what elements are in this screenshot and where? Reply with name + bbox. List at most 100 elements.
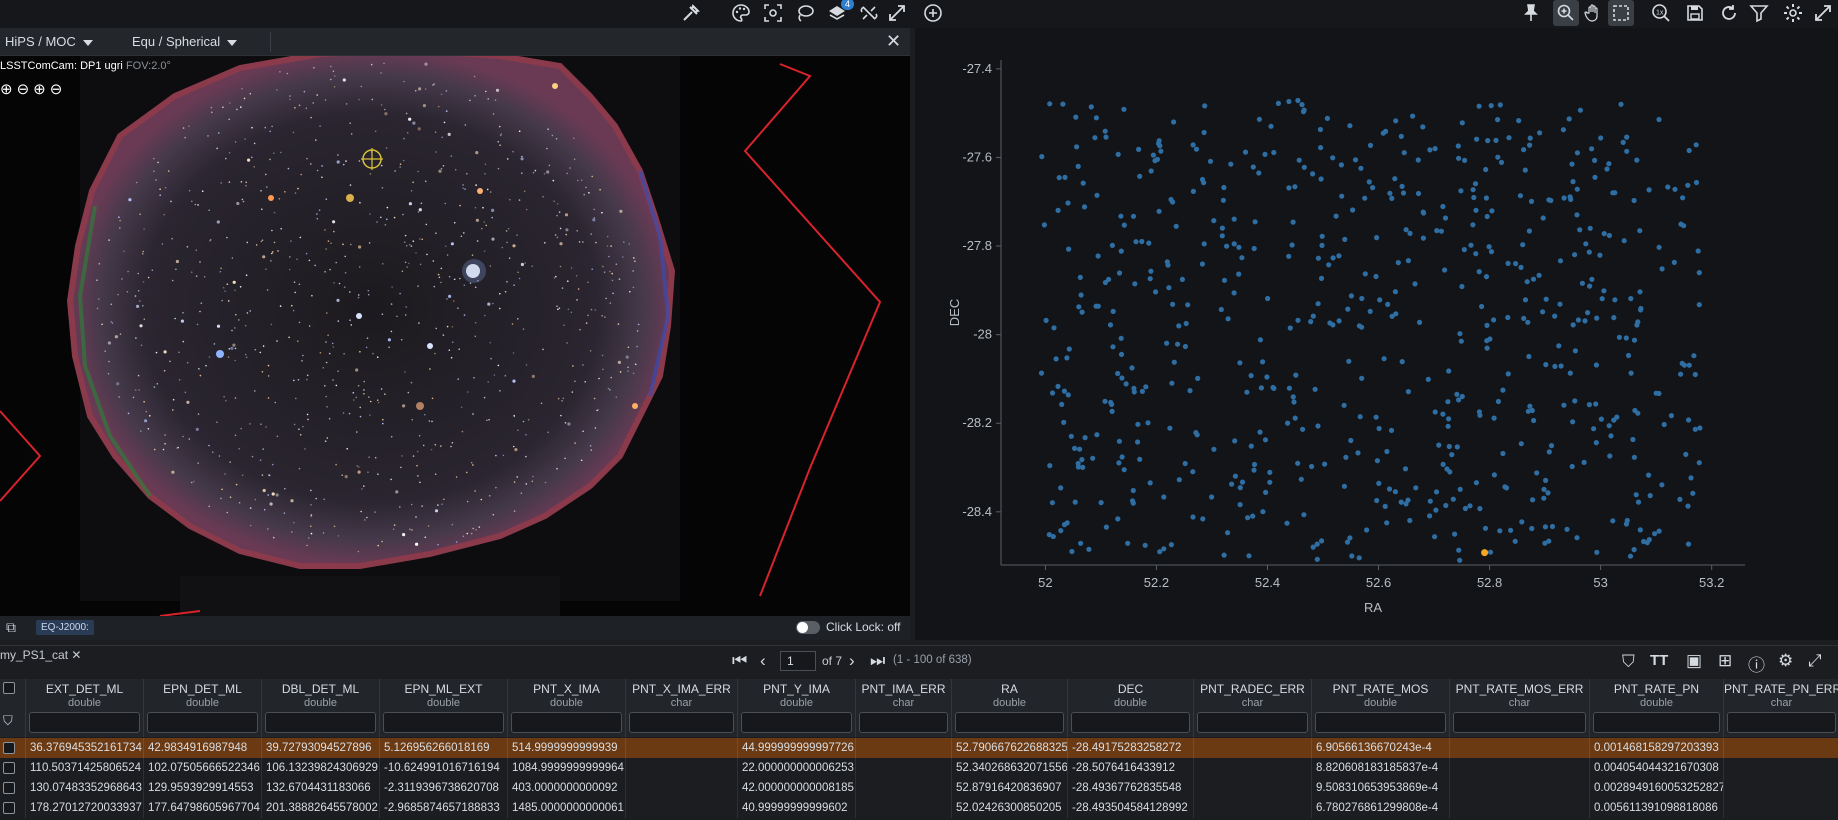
close-icon[interactable]: ✕: [886, 32, 901, 50]
column-filter-input[interactable]: [1727, 712, 1836, 733]
info-icon[interactable]: ⓘ: [1748, 651, 1765, 676]
save-icon[interactable]: ▣: [1686, 651, 1702, 671]
column-filter-input[interactable]: [741, 712, 852, 733]
external-link-icon[interactable]: ⧉: [6, 619, 16, 636]
last-page-icon[interactable]: ⏭: [870, 651, 885, 671]
save-icon[interactable]: [1682, 0, 1708, 26]
column-header[interactable]: PNT_RATE_PN double: [1590, 679, 1724, 737]
column-filter-input[interactable]: [1593, 712, 1720, 733]
close-icon[interactable]: ✕: [71, 648, 81, 662]
column-filter-input[interactable]: [629, 712, 734, 733]
text-view-icon[interactable]: TT: [1650, 652, 1668, 669]
column-header[interactable]: DEC double: [1068, 679, 1194, 737]
prev-page-icon[interactable]: ‹: [760, 651, 766, 671]
select-rect-icon[interactable]: [1608, 0, 1634, 26]
filter-icon[interactable]: ⛉: [3, 713, 13, 729]
row-checkbox[interactable]: [3, 802, 15, 814]
column-filter-input[interactable]: [511, 712, 622, 733]
sky-image-view[interactable]: LSSTComCam: DP1 ugri FOV:2.0° ⊕ ⊖ ⊕ ⊖: [0, 56, 910, 616]
column-header[interactable]: EPN_DET_ML double: [144, 679, 262, 737]
star: [499, 390, 501, 392]
column-header[interactable]: PNT_IMA_ERR char: [856, 679, 952, 737]
settings-icon[interactable]: ⚙: [1778, 651, 1793, 671]
column-header[interactable]: PNT_Y_IMA double: [738, 679, 856, 737]
add-icon[interactable]: [920, 0, 946, 26]
row-checkbox[interactable]: [3, 782, 15, 794]
column-header[interactable]: PNT_RADEC_ERR char: [1194, 679, 1312, 737]
table-row[interactable]: 36.376945352161734 42.9834916987948 39.727…: [0, 738, 1838, 758]
column-header[interactable]: DBL_DET_ML double: [262, 679, 380, 737]
row-checkbox[interactable]: [3, 762, 15, 774]
unlink-icon[interactable]: [856, 0, 882, 26]
zoom-fill-icon[interactable]: ⊖: [50, 80, 63, 98]
star: [118, 216, 120, 218]
filter-icon[interactable]: [1746, 0, 1772, 26]
star: [316, 94, 319, 96]
filter-icon[interactable]: ⛉: [1622, 652, 1635, 672]
column-filter-input[interactable]: [29, 712, 140, 733]
column-header[interactable]: RA double: [952, 679, 1068, 737]
table-row[interactable]: 130.07483352968643 129.9593929914553 132.6…: [0, 778, 1838, 798]
column-filter-input[interactable]: [859, 712, 948, 733]
data-point: [1236, 271, 1242, 277]
column-header[interactable]: PNT_X_IMA_ERR char: [626, 679, 738, 737]
add-column-icon[interactable]: ⊞: [1718, 651, 1732, 671]
column-filter-input[interactable]: [265, 712, 376, 733]
column-filter-input[interactable]: [955, 712, 1064, 733]
zoom-icon[interactable]: [1553, 0, 1579, 26]
settings-icon[interactable]: [1780, 0, 1806, 26]
row-checkbox[interactable]: [3, 742, 15, 754]
zoom-fit-icon[interactable]: [760, 0, 786, 26]
column-filter-input[interactable]: [1197, 712, 1308, 733]
star: [460, 235, 463, 238]
pan-icon[interactable]: [1580, 0, 1606, 26]
select-all-checkbox[interactable]: [3, 682, 15, 694]
expand-icon[interactable]: [1810, 0, 1836, 26]
zoom-fit-icon[interactable]: ⊕: [33, 80, 46, 98]
column-filter-input[interactable]: [383, 712, 504, 733]
column-filter-input[interactable]: [1453, 712, 1586, 733]
expand-icon[interactable]: [884, 0, 910, 26]
reset-zoom-icon[interactable]: 1x: [1648, 0, 1674, 26]
scatter-chart[interactable]: 52 52.2 52.4 52.6 52.8 53 53.2-27.4-27.6-27.8-…: [915, 28, 1838, 640]
first-page-icon[interactable]: ⏮: [732, 651, 747, 671]
star: [198, 368, 200, 370]
tab-catalog[interactable]: my_PS1_cat ✕: [0, 648, 81, 662]
column-header[interactable]: EXT_DET_ML double: [26, 679, 144, 737]
star: [416, 450, 419, 453]
column-header[interactable]: PNT_RATE_MOS_ERR char: [1450, 679, 1590, 737]
star: [466, 173, 468, 175]
expand-icon[interactable]: ⤢: [1808, 651, 1822, 671]
layers-icon[interactable]: 4: [824, 0, 854, 26]
star: [251, 455, 254, 458]
x-tick-label: 53: [1593, 575, 1607, 590]
coord-sys-badge[interactable]: EQ-J2000:: [36, 620, 94, 635]
click-lock-toggle[interactable]: [796, 621, 820, 634]
projection-dropdown[interactable]: Equ / Spherical: [132, 34, 238, 49]
column-header[interactable]: EPN_ML_EXT double: [380, 679, 508, 737]
column-header[interactable]: PNT_X_IMA double: [508, 679, 626, 737]
table-cell: 0.004054044321670308: [1590, 758, 1724, 778]
column-header[interactable]: PNT_RATE_MOS double: [1312, 679, 1450, 737]
next-page-icon[interactable]: ›: [849, 651, 855, 671]
star: [434, 473, 437, 476]
star: [254, 498, 257, 501]
select-column: ⛉: [0, 679, 26, 737]
tools-icon[interactable]: [678, 0, 704, 26]
pin-icon[interactable]: [1518, 0, 1544, 26]
hips-moc-dropdown[interactable]: HiPS / MOC: [5, 34, 93, 49]
column-filter-input[interactable]: [1315, 712, 1446, 733]
zoom-in-icon[interactable]: ⊕: [0, 80, 13, 98]
zoom-out-icon[interactable]: ⊖: [17, 80, 30, 98]
lasso-icon[interactable]: [792, 0, 818, 26]
page-input[interactable]: [780, 651, 816, 671]
table-row[interactable]: 178.27012720033937 177.64798605967704 201.…: [0, 798, 1838, 818]
table-row[interactable]: 110.50371425806524 102.07505666522346 106.…: [0, 758, 1838, 778]
column-filter-input[interactable]: [147, 712, 258, 733]
palette-icon[interactable]: [728, 0, 754, 26]
restore-icon[interactable]: [1716, 0, 1742, 26]
star: [558, 211, 561, 213]
column-filter-input[interactable]: [1071, 712, 1190, 733]
star: [231, 329, 233, 332]
column-header[interactable]: PNT_RATE_PN_ERR char: [1724, 679, 1838, 737]
